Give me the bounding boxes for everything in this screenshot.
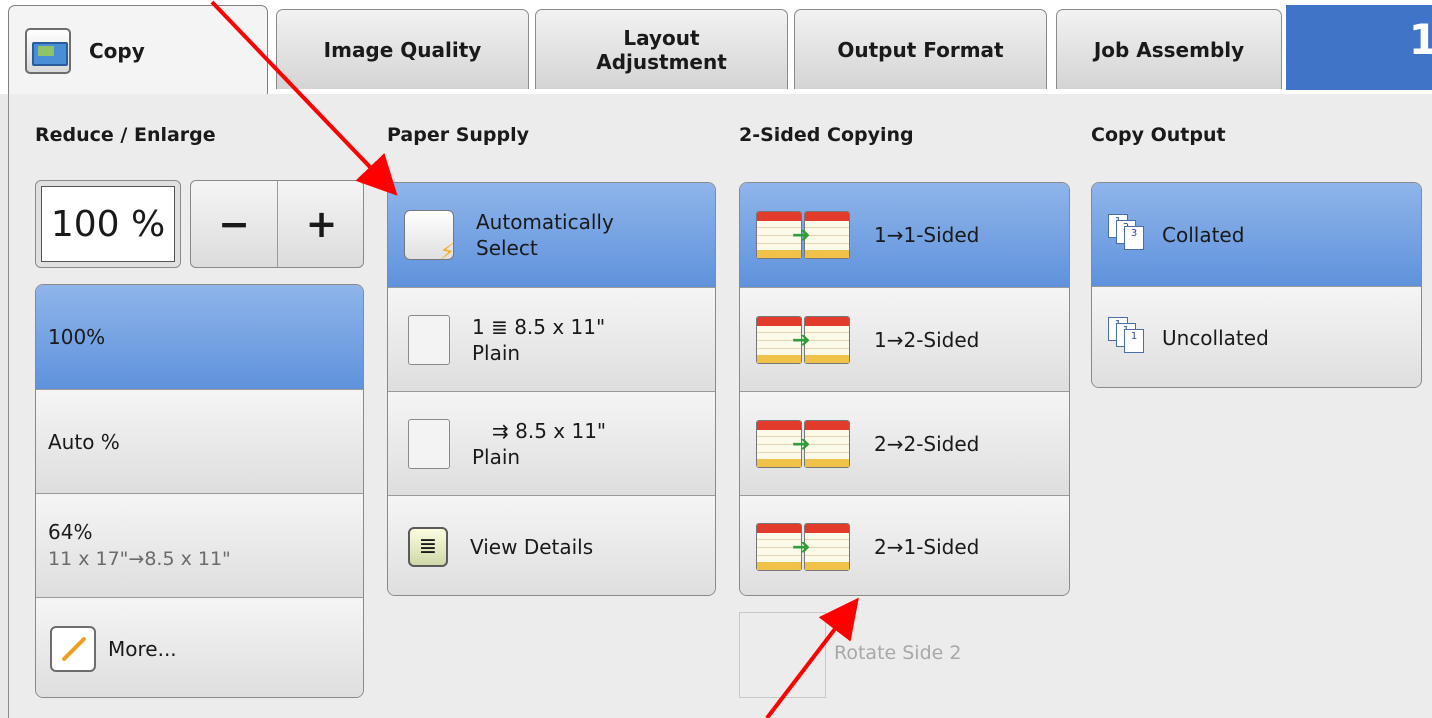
tab-copy[interactable]: Copy xyxy=(8,5,268,95)
copy-output-list: 123 Collated 111 Uncollated xyxy=(1091,182,1422,388)
paper-option-tray1[interactable]: 1 ≣ 8.5 x 11" Plain xyxy=(388,287,715,391)
paper-option-text: Automatically Select xyxy=(454,209,614,261)
paper-sheet-icon xyxy=(408,418,450,469)
copy-output-heading: Copy Output xyxy=(1091,124,1226,146)
sided-option-2-2[interactable]: ➔ 2→2-Sided xyxy=(740,391,1069,495)
two-sided-heading: 2-Sided Copying xyxy=(739,124,914,146)
tab-overflow[interactable]: 1 xyxy=(1286,5,1432,90)
paper-option-line2: Select xyxy=(476,236,538,260)
sided-option-2-1[interactable]: ➔ 2→1-Sided xyxy=(740,495,1069,595)
reduce-option-label: Auto % xyxy=(48,429,120,454)
collated-stack-icon: 123 xyxy=(1108,213,1150,256)
paper-supply-list: Automatically Select 1 ≣ 8.5 x 11" Plain… xyxy=(387,182,716,596)
reduce-option-label: 100% xyxy=(48,325,106,349)
paper-option-line2: Plain xyxy=(472,340,521,365)
copy-screen: Copy Image Quality Layout Adjustment Out… xyxy=(0,0,1432,718)
list-details-icon: ≣ xyxy=(408,526,448,567)
paper-supply-heading: Paper Supply xyxy=(387,124,530,146)
sided-option-1-2[interactable]: ➔ 1→2-Sided xyxy=(740,287,1069,391)
paper-option-text: ⇉ 8.5 x 11" Plain xyxy=(450,418,606,470)
paper-option-line2: Plain xyxy=(472,444,521,469)
tab-layout-line2: Adjustment xyxy=(596,49,727,74)
tab-image-quality[interactable]: Image Quality xyxy=(276,9,529,89)
reduce-option-label: 64% xyxy=(48,520,93,544)
paper-option-bypass[interactable]: ⇉ 8.5 x 11" Plain xyxy=(388,391,715,495)
zoom-increase-button[interactable]: + xyxy=(278,181,365,267)
tab-output-format-label: Output Format xyxy=(837,37,1004,62)
auto-select-icon xyxy=(404,210,455,265)
two-sided-list: ➔ 1→1-Sided ➔ 1→2-Sided ➔ 2→2-Sided ➔ 2→… xyxy=(739,182,1070,596)
rotate-side-2-label: Rotate Side 2 xyxy=(834,642,962,664)
sided-option-label: 1→2-Sided xyxy=(874,327,980,352)
reduce-option-text: 64% 11 x 17"→8.5 x 11" xyxy=(36,519,231,572)
output-option-collated[interactable]: 123 Collated xyxy=(1092,183,1421,286)
paper-option-line1: ⇉ 8.5 x 11" xyxy=(492,418,607,443)
paper-option-line1: 1 ≣ 8.5 x 11" xyxy=(472,314,606,339)
tab-overflow-label: 1 xyxy=(1408,15,1432,64)
output-option-label: Collated xyxy=(1162,222,1245,247)
tab-output-format[interactable]: Output Format xyxy=(794,9,1047,89)
two-to-two-sided-icon: ➔ xyxy=(756,418,852,470)
output-option-label: Uncollated xyxy=(1162,326,1269,350)
reduce-option-64[interactable]: 64% 11 x 17"→8.5 x 11" xyxy=(36,493,363,597)
uncollated-stack-icon: 111 xyxy=(1108,317,1150,359)
paper-option-line1: View Details xyxy=(470,534,594,559)
reduce-option-100[interactable]: 100% xyxy=(36,285,363,389)
sided-option-1-1[interactable]: ➔ 1→1-Sided xyxy=(740,183,1069,287)
resize-arrow-icon xyxy=(50,625,96,672)
tab-image-quality-label: Image Quality xyxy=(323,37,482,62)
rotate-side-2-checkbox[interactable] xyxy=(739,612,826,698)
two-to-one-sided-icon: ➔ xyxy=(756,521,852,573)
paper-option-view-details[interactable]: ≣ View Details xyxy=(388,495,715,595)
paper-option-auto[interactable]: Automatically Select xyxy=(388,183,715,287)
tab-copy-label: Copy xyxy=(89,38,145,63)
output-option-uncollated[interactable]: 111 Uncollated xyxy=(1092,286,1421,387)
reduce-option-sub: 11 x 17"→8.5 x 11" xyxy=(48,548,231,570)
reduce-option-auto[interactable]: Auto % xyxy=(36,389,363,493)
tab-bar: Copy Image Quality Layout Adjustment Out… xyxy=(0,0,1432,95)
one-to-one-sided-icon: ➔ xyxy=(756,209,852,261)
zoom-decrease-button[interactable]: − xyxy=(191,181,278,267)
sided-option-label: 1→1-Sided xyxy=(874,223,980,247)
sided-option-label: 2→1-Sided xyxy=(874,534,980,559)
tab-layout-adjustment[interactable]: Layout Adjustment xyxy=(535,9,788,89)
paper-option-text: 1 ≣ 8.5 x 11" Plain xyxy=(450,314,605,366)
reduce-option-more[interactable]: More... xyxy=(36,597,363,697)
zoom-stepper: − + xyxy=(190,180,364,268)
sided-option-label: 2→2-Sided xyxy=(874,431,980,456)
copy-icon xyxy=(25,27,71,74)
tab-job-assembly-label: Job Assembly xyxy=(1093,37,1245,62)
reduce-option-label: More... xyxy=(108,636,177,661)
tab-layout-line1: Layout xyxy=(623,25,700,50)
reduce-enlarge-list: 100% Auto % 64% 11 x 17"→8.5 x 11" More.… xyxy=(35,284,364,698)
reduce-enlarge-heading: Reduce / Enlarge xyxy=(35,124,216,146)
zoom-value-field[interactable]: 100 % xyxy=(35,180,181,268)
paper-option-line1: Automatically xyxy=(476,210,614,234)
tab-job-assembly[interactable]: Job Assembly xyxy=(1056,9,1282,89)
one-to-two-sided-icon: ➔ xyxy=(756,314,852,366)
zoom-value: 100 % xyxy=(41,186,175,262)
tab-layout-adjustment-label: Layout Adjustment xyxy=(596,26,727,74)
paper-sheet-icon xyxy=(408,314,450,365)
